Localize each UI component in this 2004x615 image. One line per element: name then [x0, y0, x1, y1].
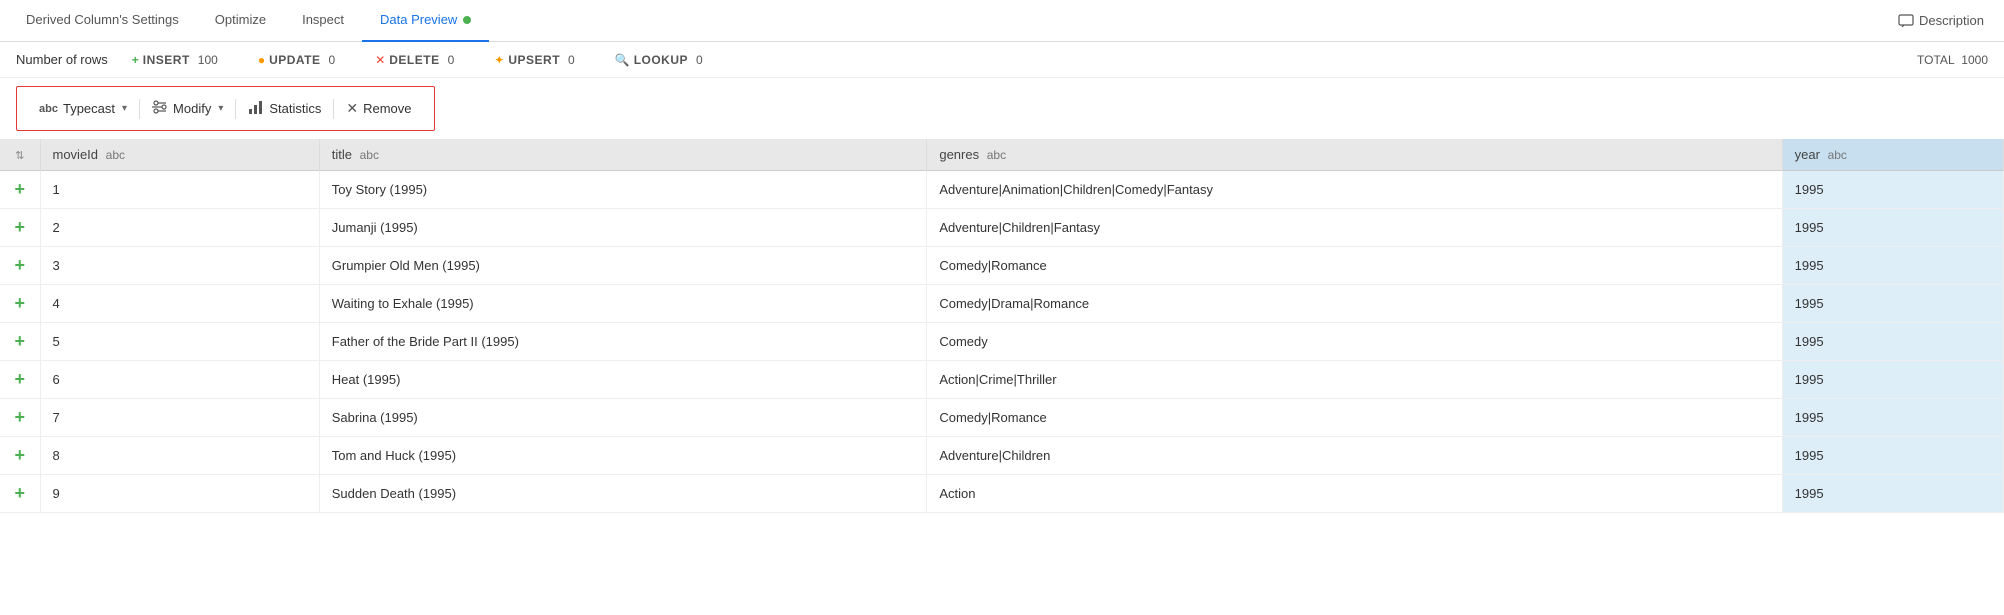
row-add-icon[interactable]: + [0, 285, 40, 323]
table-row: +4Waiting to Exhale (1995)Comedy|Drama|R… [0, 285, 2004, 323]
description-button[interactable]: Description [1886, 13, 1996, 29]
remove-x-icon: ✕ [346, 100, 358, 117]
delete-stat: ✕ DELETE 0 [375, 53, 454, 67]
upsert-stat: ✦ UPSERT 0 [494, 53, 574, 67]
cell-year: 1995 [1782, 247, 2003, 285]
cell-year: 1995 [1782, 209, 2003, 247]
cell-year: 1995 [1782, 475, 2003, 513]
cell-title: Jumanji (1995) [319, 209, 927, 247]
cell-movieId: 4 [40, 285, 319, 323]
cell-year: 1995 [1782, 399, 2003, 437]
row-add-icon[interactable]: + [0, 475, 40, 513]
message-icon [1898, 13, 1914, 29]
update-icon: ● [258, 53, 265, 67]
number-of-rows-label: Number of rows [16, 52, 108, 67]
statistics-button[interactable]: Statistics [238, 95, 331, 122]
cell-genres: Adventure|Children|Fantasy [927, 209, 1782, 247]
cell-title: Grumpier Old Men (1995) [319, 247, 927, 285]
modify-chevron-icon: ▾ [218, 103, 223, 114]
row-add-icon[interactable]: + [0, 247, 40, 285]
cell-movieId: 8 [40, 437, 319, 475]
toolbar-divider-2 [235, 99, 236, 119]
cell-genres: Comedy [927, 323, 1782, 361]
column-toolbar: abc Typecast ▾ Modify ▾ Statistic [16, 86, 435, 131]
table-row: +5Father of the Bride Part II (1995)Come… [0, 323, 2004, 361]
cell-title: Father of the Bride Part II (1995) [319, 323, 927, 361]
upsert-icon: ✦ [494, 53, 504, 67]
cell-year: 1995 [1782, 361, 2003, 399]
tab-optimize[interactable]: Optimize [197, 0, 284, 42]
table-row: +1Toy Story (1995)Adventure|Animation|Ch… [0, 171, 2004, 209]
insert-stat: + INSERT 100 [132, 53, 218, 67]
cell-title: Sabrina (1995) [319, 399, 927, 437]
row-add-icon[interactable]: + [0, 209, 40, 247]
cell-genres: Adventure|Children [927, 437, 1782, 475]
lookup-icon: 🔍 [615, 53, 630, 67]
cell-genres: Adventure|Animation|Children|Comedy|Fant… [927, 171, 1782, 209]
cell-movieId: 2 [40, 209, 319, 247]
table-row: +8Tom and Huck (1995)Adventure|Children1… [0, 437, 2004, 475]
tab-derived-settings[interactable]: Derived Column's Settings [8, 0, 197, 42]
insert-icon: + [132, 53, 139, 67]
col-header-genres[interactable]: genres abc [927, 139, 1782, 171]
cell-year: 1995 [1782, 323, 2003, 361]
cell-title: Toy Story (1995) [319, 171, 927, 209]
col-header-movieId[interactable]: movieId abc [40, 139, 319, 171]
cell-year: 1995 [1782, 437, 2003, 475]
sort-icon: ⇅ [15, 149, 24, 162]
cell-movieId: 5 [40, 323, 319, 361]
row-add-icon[interactable]: + [0, 399, 40, 437]
table-row: +2Jumanji (1995)Adventure|Children|Fanta… [0, 209, 2004, 247]
typecast-button[interactable]: abc Typecast ▾ [29, 97, 137, 120]
cell-genres: Comedy|Romance [927, 247, 1782, 285]
data-table-container: ⇅ movieId abc title abc genres abc year … [0, 139, 2004, 513]
tab-data-preview[interactable]: Data Preview [362, 0, 489, 42]
total-stat: TOTAL 1000 [1917, 53, 1988, 67]
row-add-icon[interactable]: + [0, 171, 40, 209]
table-row: +6Heat (1995)Action|Crime|Thriller1995 [0, 361, 2004, 399]
cell-movieId: 1 [40, 171, 319, 209]
row-add-icon[interactable]: + [0, 437, 40, 475]
cell-genres: Action [927, 475, 1782, 513]
cell-movieId: 6 [40, 361, 319, 399]
table-row: +9Sudden Death (1995)Action1995 [0, 475, 2004, 513]
table-header-row: ⇅ movieId abc title abc genres abc year … [0, 139, 2004, 171]
cell-movieId: 9 [40, 475, 319, 513]
col-header-year[interactable]: year abc [1782, 139, 2003, 171]
cell-genres: Comedy|Drama|Romance [927, 285, 1782, 323]
cell-genres: Comedy|Romance [927, 399, 1782, 437]
cell-movieId: 3 [40, 247, 319, 285]
cell-year: 1995 [1782, 171, 2003, 209]
top-navigation: Derived Column's Settings Optimize Inspe… [0, 0, 2004, 42]
toolbar-divider-3 [333, 99, 334, 119]
remove-button[interactable]: ✕ Remove [336, 96, 421, 121]
table-row: +7Sabrina (1995)Comedy|Romance1995 [0, 399, 2004, 437]
cell-genres: Action|Crime|Thriller [927, 361, 1782, 399]
cell-title: Heat (1995) [319, 361, 927, 399]
cell-title: Sudden Death (1995) [319, 475, 927, 513]
row-add-icon[interactable]: + [0, 323, 40, 361]
cell-movieId: 7 [40, 399, 319, 437]
col-header-sort[interactable]: ⇅ [0, 139, 40, 171]
toolbar-divider-1 [139, 99, 140, 119]
table-row: +3Grumpier Old Men (1995)Comedy|Romance1… [0, 247, 2004, 285]
update-stat: ● UPDATE 0 [258, 53, 335, 67]
col-header-title[interactable]: title abc [319, 139, 927, 171]
statistics-icon [248, 99, 264, 118]
modify-icon [152, 99, 168, 118]
data-preview-status-dot [463, 16, 471, 24]
cell-year: 1995 [1782, 285, 2003, 323]
tab-inspect[interactable]: Inspect [284, 0, 362, 42]
cell-title: Tom and Huck (1995) [319, 437, 927, 475]
abc-icon: abc [39, 103, 58, 115]
lookup-stat: 🔍 LOOKUP 0 [615, 53, 703, 67]
delete-icon: ✕ [375, 53, 385, 67]
data-table: ⇅ movieId abc title abc genres abc year … [0, 139, 2004, 513]
cell-title: Waiting to Exhale (1995) [319, 285, 927, 323]
stats-bar: Number of rows + INSERT 100 ● UPDATE 0 ✕… [0, 42, 2004, 78]
row-add-icon[interactable]: + [0, 361, 40, 399]
modify-button[interactable]: Modify ▾ [142, 95, 233, 122]
typecast-chevron-icon: ▾ [122, 103, 127, 114]
